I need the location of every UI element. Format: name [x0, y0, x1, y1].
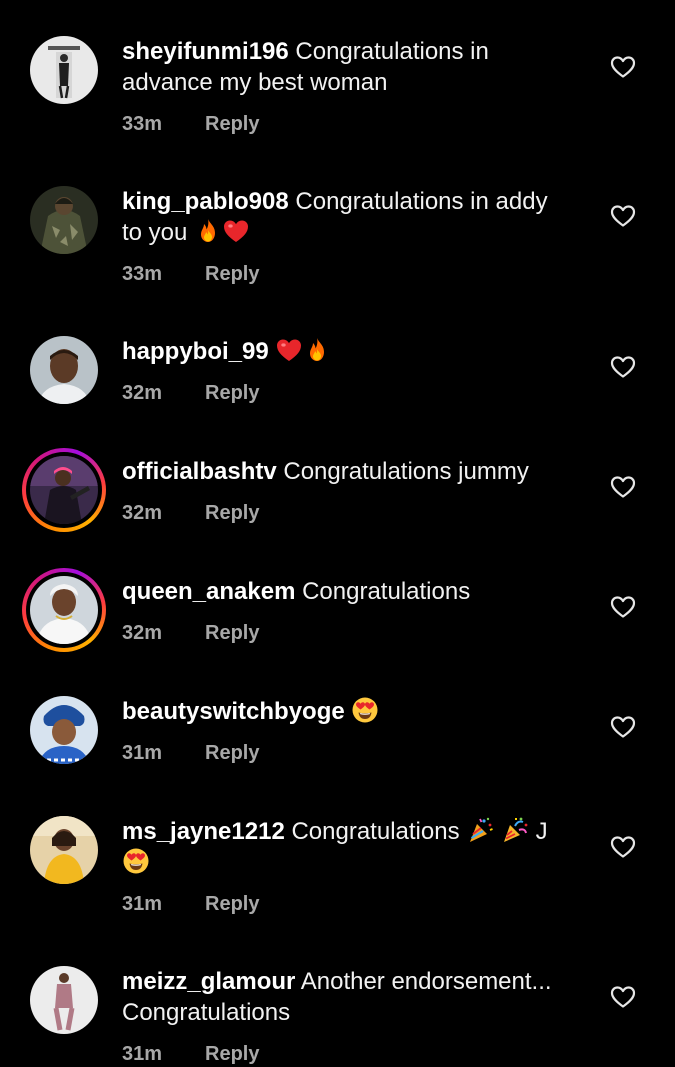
comment-username[interactable]: happyboi_99 — [122, 338, 269, 365]
comment-username[interactable]: sheyifunmi196 — [122, 38, 289, 65]
reply-button[interactable]: Reply — [205, 1041, 259, 1067]
story-ring[interactable] — [22, 568, 106, 652]
like-heart-icon[interactable] — [610, 355, 636, 379]
heart-eyes-emoji-icon — [351, 696, 379, 724]
red-heart-emoji-icon — [275, 336, 303, 364]
comment-text: Congratulations — [291, 818, 460, 845]
comment-username[interactable]: queen_anakem — [122, 578, 295, 605]
comment-text: Congratulations — [122, 999, 291, 1026]
comment-timestamp: 33m — [122, 113, 163, 135]
comment-text: Congratulations in addy — [295, 188, 548, 215]
comment-text: J — [535, 818, 548, 845]
like-heart-icon[interactable] — [610, 835, 636, 859]
reply-button[interactable]: Reply — [205, 891, 259, 917]
comment-text: Congratulations jummy — [283, 458, 529, 485]
like-heart-icon[interactable] — [610, 715, 636, 739]
reply-button[interactable]: Reply — [205, 380, 259, 406]
like-heart-icon[interactable] — [610, 204, 636, 228]
comment-timestamp: 32m — [122, 622, 163, 644]
avatar[interactable] — [30, 186, 98, 254]
fire-emoji-icon — [303, 336, 331, 364]
reply-button[interactable]: Reply — [205, 740, 259, 766]
red-heart-emoji-icon — [222, 217, 250, 245]
comment-text: Congratulations — [302, 578, 471, 605]
avatar[interactable] — [30, 576, 98, 644]
comment-text: to you — [122, 219, 188, 246]
confetti-ball-emoji-icon — [466, 816, 494, 844]
reply-button[interactable]: Reply — [205, 111, 259, 137]
comment-text: Another endorsement... — [300, 968, 552, 995]
comment-username[interactable]: meizz_glamour — [122, 968, 295, 995]
avatar[interactable] — [30, 696, 98, 764]
comment-username[interactable]: beautyswitchbyoge — [122, 698, 345, 725]
comment-text: advance my best woman — [122, 69, 388, 96]
party-popper-emoji-icon — [501, 816, 529, 844]
avatar[interactable] — [30, 456, 98, 524]
comment-timestamp: 31m — [122, 742, 163, 764]
fire-emoji-icon — [194, 217, 222, 245]
comment-username[interactable]: king_pablo908 — [122, 188, 289, 215]
avatar[interactable] — [30, 816, 98, 884]
comment-timestamp: 31m — [122, 893, 163, 915]
comment-username[interactable]: ms_jayne1212 — [122, 818, 285, 845]
comment-username[interactable]: officialbashtv — [122, 458, 277, 485]
story-ring[interactable] — [22, 448, 106, 532]
like-heart-icon[interactable] — [610, 55, 636, 79]
comment-timestamp: 32m — [122, 502, 163, 524]
reply-button[interactable]: Reply — [205, 500, 259, 526]
heart-eyes-emoji-icon — [122, 847, 150, 875]
comment-timestamp: 33m — [122, 263, 163, 285]
comment-timestamp: 31m — [122, 1043, 163, 1065]
reply-button[interactable]: Reply — [205, 620, 259, 646]
avatar[interactable] — [30, 36, 98, 104]
avatar[interactable] — [30, 966, 98, 1034]
comment-timestamp: 32m — [122, 382, 163, 404]
like-heart-icon[interactable] — [610, 475, 636, 499]
like-heart-icon[interactable] — [610, 985, 636, 1009]
reply-button[interactable]: Reply — [205, 261, 259, 287]
avatar[interactable] — [30, 336, 98, 404]
comment-text: Congratulations in — [295, 38, 489, 65]
comments-list: sheyifunmi196 Congratulations in advance… — [0, 0, 675, 1065]
like-heart-icon[interactable] — [610, 595, 636, 619]
